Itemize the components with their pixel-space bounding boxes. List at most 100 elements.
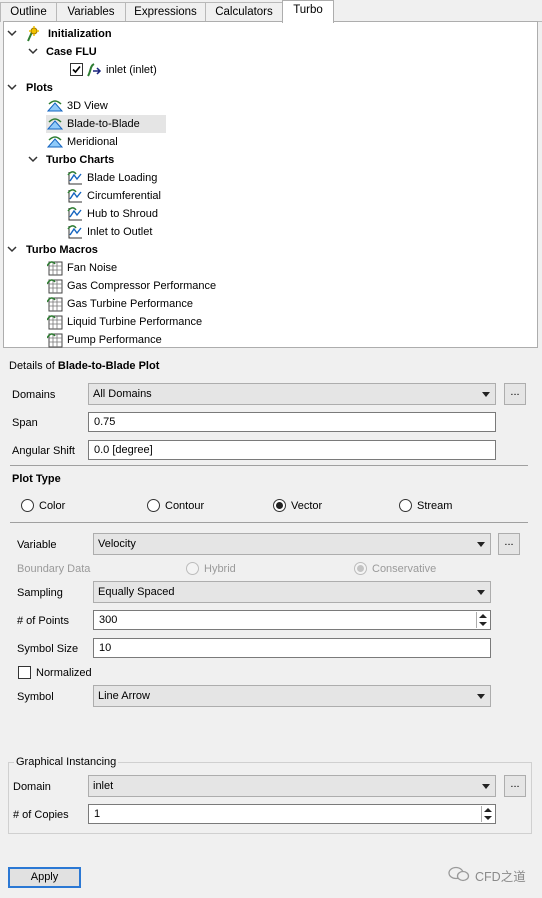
tree-case[interactable]: Case FLU: [46, 43, 97, 61]
wechat-icon: [448, 866, 470, 882]
chevron-down-icon[interactable]: [7, 241, 17, 259]
tree-3d-view[interactable]: 3D View: [67, 97, 108, 115]
radio-conservative-label: Conservative: [372, 563, 437, 575]
plot-type-heading: Plot Type: [12, 473, 61, 485]
checkmark-icon: [72, 65, 81, 74]
radio-contour-label: Contour: [165, 500, 205, 512]
variable-label: Variable: [17, 539, 57, 551]
symbol-size-field[interactable]: 10: [93, 638, 491, 658]
tree-inlet-to-outlet[interactable]: Inlet to Outlet: [87, 223, 152, 241]
angular-shift-label: Angular Shift: [12, 445, 75, 457]
variable-more-button[interactable]: ...: [498, 533, 520, 555]
sampling-select-value: Equally Spaced: [98, 586, 175, 598]
watermark: CFD之道: [448, 863, 540, 885]
radio-stream[interactable]: [399, 499, 412, 512]
plot-icon: [47, 118, 63, 130]
macro-table-icon: [47, 279, 63, 294]
sampling-label: Sampling: [17, 587, 63, 599]
domain-more-button[interactable]: ...: [504, 775, 526, 797]
domain-label: Domain: [13, 781, 51, 793]
copies-label: # of Copies: [13, 809, 69, 821]
plot-icon: [47, 100, 63, 112]
angular-shift-field[interactable]: 0.0 [degree]: [88, 440, 496, 460]
variable-select[interactable]: Velocity: [93, 533, 491, 555]
macro-table-icon: [47, 297, 63, 312]
plot-icon: [47, 136, 63, 148]
tree-initialization[interactable]: Initialization: [48, 25, 112, 43]
normalized-label: Normalized: [36, 667, 92, 679]
boundary-icon: [87, 63, 102, 77]
tree-pump[interactable]: Pump Performance: [67, 331, 162, 349]
tab-outline[interactable]: Outline: [0, 2, 57, 22]
inlet-checkbox[interactable]: [70, 63, 83, 76]
tree-plots[interactable]: Plots: [26, 79, 53, 97]
copies-spinbox[interactable]: 1: [88, 804, 496, 824]
variable-select-value: Velocity: [98, 538, 136, 550]
chart-icon: [67, 225, 82, 239]
apply-button[interactable]: Apply: [8, 867, 81, 888]
domains-select[interactable]: All Domains: [88, 383, 496, 405]
chevron-down-icon[interactable]: [7, 25, 17, 43]
macro-table-icon: [47, 261, 63, 276]
domains-more-button[interactable]: ...: [504, 383, 526, 405]
tree-blade-to-blade[interactable]: Blade-to-Blade: [67, 115, 140, 133]
tree-circumferential[interactable]: Circumferential: [87, 187, 161, 205]
tree-inlet[interactable]: inlet (inlet): [106, 61, 157, 79]
normalized-checkbox[interactable]: [18, 666, 31, 679]
domain-select[interactable]: inlet: [88, 775, 496, 797]
tree-blade-loading[interactable]: Blade Loading: [87, 169, 157, 187]
tab-expressions[interactable]: Expressions: [125, 2, 206, 22]
tree-meridional[interactable]: Meridional: [67, 133, 118, 151]
spinner-arrows-icon[interactable]: [481, 806, 494, 822]
radio-vector[interactable]: [273, 499, 286, 512]
points-spinbox[interactable]: 300: [93, 610, 491, 630]
chevron-down-icon[interactable]: [7, 79, 17, 97]
tree-fan-noise[interactable]: Fan Noise: [67, 259, 117, 277]
tree-liquid-turbine[interactable]: Liquid Turbine Performance: [67, 313, 202, 331]
radio-color[interactable]: [21, 499, 34, 512]
boundary-data-label: Boundary Data: [17, 563, 91, 575]
chevron-down-icon: [477, 590, 485, 595]
tab-calculators[interactable]: Calculators: [205, 2, 283, 22]
radio-conservative[interactable]: [354, 562, 367, 575]
divider: [10, 465, 528, 466]
copies-value: 1: [94, 808, 101, 820]
initialization-icon: [27, 26, 39, 42]
chart-icon: [67, 171, 82, 185]
radio-hybrid[interactable]: [186, 562, 199, 575]
domains-select-value: All Domains: [93, 388, 152, 400]
tree-gas-compressor[interactable]: Gas Compressor Performance: [67, 277, 216, 295]
tree-hub-to-shroud[interactable]: Hub to Shroud: [87, 205, 158, 223]
sampling-select[interactable]: Equally Spaced: [93, 581, 491, 603]
symbol-select-value: Line Arrow: [98, 690, 150, 702]
chart-icon: [67, 189, 82, 203]
chevron-down-icon[interactable]: [28, 151, 38, 169]
tab-variables[interactable]: Variables: [56, 2, 126, 22]
radio-contour[interactable]: [147, 499, 160, 512]
divider: [10, 522, 528, 523]
turbo-tree[interactable]: Initialization Case FLU inlet (inlet) Pl…: [3, 21, 538, 348]
span-label: Span: [12, 417, 38, 429]
tree-gas-turbine[interactable]: Gas Turbine Performance: [67, 295, 193, 313]
details-header: Details of Blade-to-Blade Plot: [9, 359, 159, 373]
radio-stream-label: Stream: [417, 500, 453, 512]
tab-turbo[interactable]: Turbo: [282, 0, 334, 23]
tree-turbo-macros[interactable]: Turbo Macros: [26, 241, 98, 259]
spinner-arrows-icon[interactable]: [476, 612, 489, 628]
symbol-label: Symbol: [17, 691, 54, 703]
chevron-down-icon: [477, 694, 485, 699]
chevron-down-icon: [482, 392, 490, 397]
watermark-text: CFD之道: [475, 870, 526, 884]
domain-select-value: inlet: [93, 780, 114, 792]
symbol-size-label: Symbol Size: [17, 643, 79, 655]
tree-turbo-charts[interactable]: Turbo Charts: [46, 151, 114, 169]
instancing-title: Graphical Instancing: [14, 755, 119, 769]
radio-hybrid-label: Hybrid: [204, 563, 236, 575]
span-field[interactable]: 0.75: [88, 412, 496, 432]
macro-table-icon: [47, 315, 63, 330]
chart-icon: [67, 207, 82, 221]
details-prefix: Details of: [9, 360, 55, 372]
chevron-down-icon[interactable]: [28, 43, 38, 61]
symbol-select[interactable]: Line Arrow: [93, 685, 491, 707]
radio-color-label: Color: [39, 500, 66, 512]
